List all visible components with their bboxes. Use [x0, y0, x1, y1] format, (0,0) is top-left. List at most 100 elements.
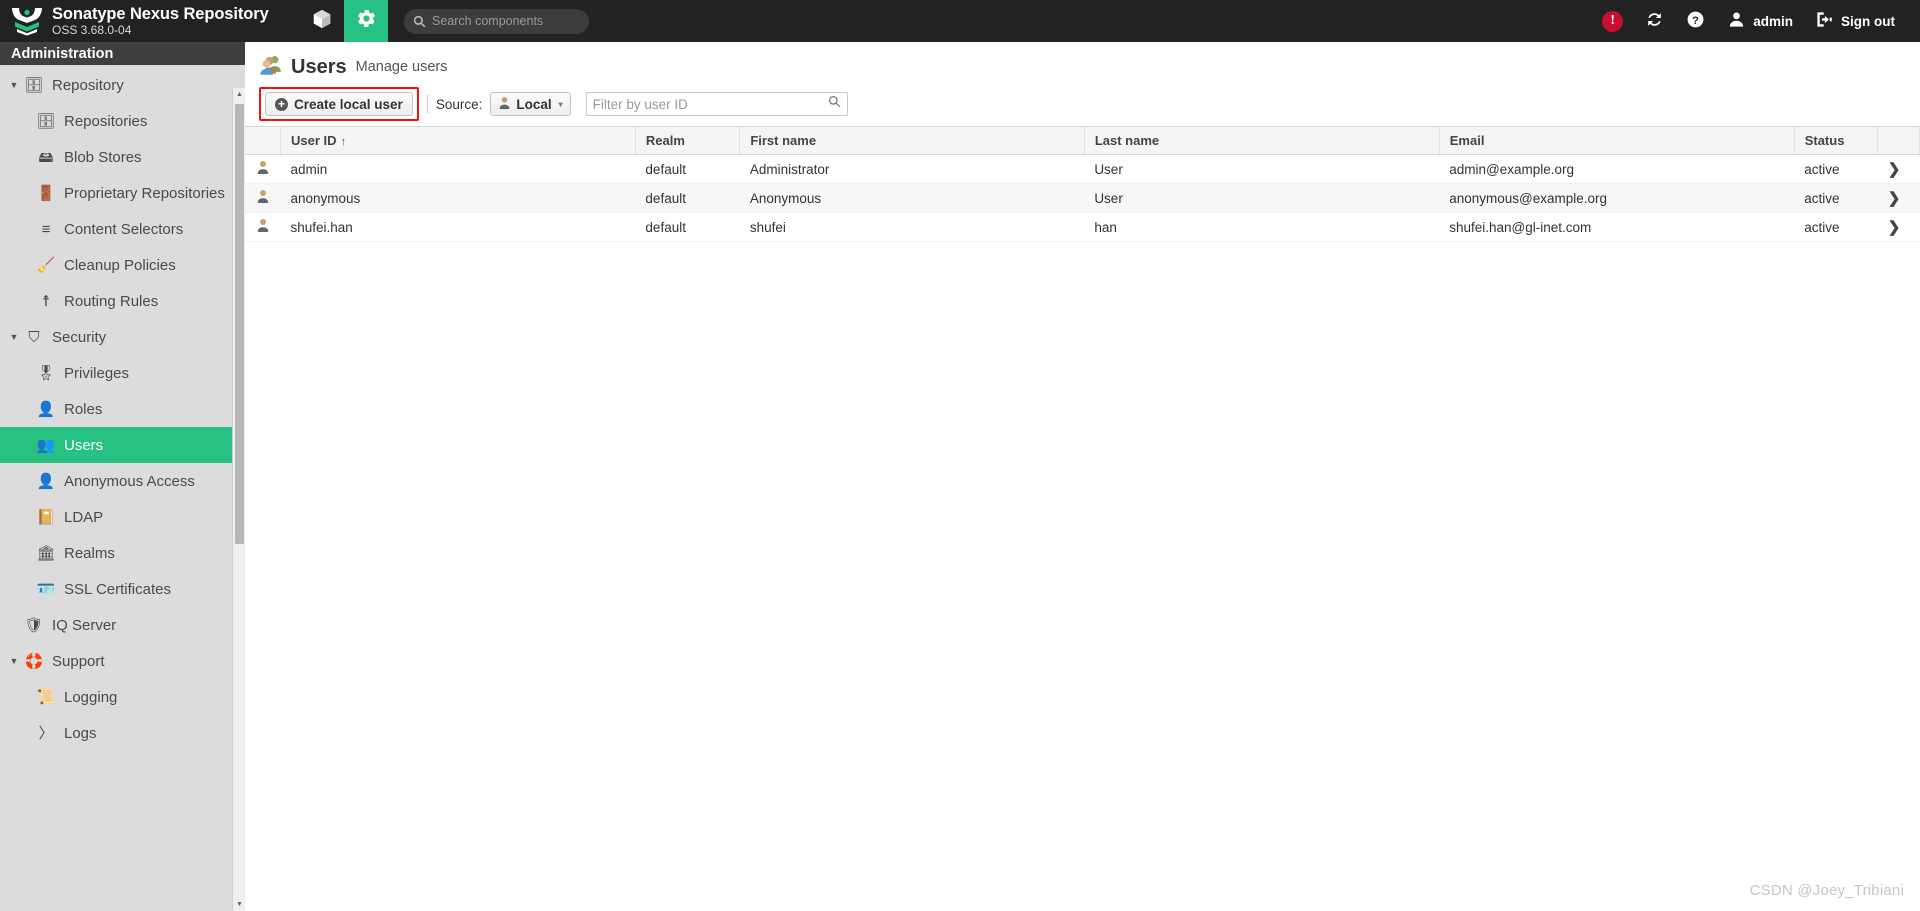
sidebar-item-label: Users	[64, 437, 103, 454]
chevron-down-icon[interactable]: ▼	[6, 80, 22, 90]
users-table-body: admindefaultAdministratorUseradmin@examp…	[245, 155, 1920, 242]
create-local-user-highlight: + Create local user	[259, 87, 419, 121]
refresh-icon	[1645, 10, 1664, 32]
log-scroll-icon: 📜	[35, 690, 57, 705]
filter-box[interactable]	[586, 92, 848, 116]
source-value: Local	[516, 97, 551, 112]
sidebar-item-repository[interactable]: ▼🗄Repository	[0, 67, 245, 103]
administration-button[interactable]	[344, 0, 388, 42]
role-user-tag-icon: 👤	[35, 402, 57, 417]
sidebar-item-content-selectors[interactable]: ≡Content Selectors	[0, 211, 245, 247]
sidebar-item-roles[interactable]: 👤Roles	[0, 391, 245, 427]
sidebar-item-privileges[interactable]: 🎖 Privileges	[0, 355, 245, 391]
sidebar-item-label: Logging	[64, 689, 117, 706]
filter-input[interactable]	[593, 97, 828, 112]
brand-title: Sonatype Nexus Repository	[52, 6, 269, 23]
browse-button[interactable]	[300, 0, 344, 42]
chevron-down-icon[interactable]: ▼	[6, 332, 22, 342]
brand-version: OSS 3.68.0-04	[52, 24, 269, 37]
header-first-name[interactable]: First name	[740, 127, 1085, 155]
cell-email: anonymous@example.org	[1439, 184, 1794, 213]
sidebar-scroll-area: ▼🗄Repository🗄Repositories 🖴 Blob Stores 🚪Pr…	[0, 65, 245, 911]
body-container: Administration ▼🗄Repository🗄Repositories…	[0, 42, 1920, 911]
sidebar-item-cleanup-policies[interactable]: 🧹Cleanup Policies	[0, 247, 245, 283]
table-row[interactable]: admindefaultAdministratorUseradmin@examp…	[245, 155, 1920, 184]
cell-realm: default	[635, 184, 739, 213]
sidebar-item-ssl-certificates[interactable]: 🪪SSL Certificates	[0, 571, 245, 607]
alert-exclamation-icon: !	[1602, 11, 1623, 32]
table-header-row: User ID↑ Realm First name Last name Emai…	[245, 127, 1920, 155]
table-row[interactable]: anonymousdefaultAnonymousUseranonymous@e…	[245, 184, 1920, 213]
scroll-down-arrow-icon[interactable]: ▼	[233, 898, 245, 911]
sign-out-label: Sign out	[1841, 14, 1895, 29]
users-table: User ID↑ Realm First name Last name Emai…	[245, 126, 1920, 242]
source-select[interactable]: Local ▾	[490, 92, 570, 116]
global-search-box[interactable]	[404, 9, 589, 34]
row-expand-chevron[interactable]: ❯	[1878, 155, 1920, 184]
cell-status: active	[1794, 213, 1878, 242]
row-expand-chevron[interactable]: ❯	[1878, 184, 1920, 213]
help-button[interactable]: ?	[1675, 0, 1716, 42]
search-input[interactable]	[432, 14, 580, 28]
users-grid: User ID↑ Realm First name Last name Emai…	[245, 126, 1920, 911]
plus-circle-icon: +	[275, 98, 288, 111]
header-status[interactable]: Status	[1794, 127, 1878, 155]
medal-icon: 🎖	[35, 366, 57, 381]
header-icon-column	[245, 127, 280, 155]
sidebar-item-label: Security	[52, 329, 106, 346]
sidebar-item-anonymous-access[interactable]: 👤 Anonymous Access	[0, 463, 245, 499]
cell-status: active	[1794, 184, 1878, 213]
row-expand-chevron[interactable]: ❯	[1878, 213, 1920, 242]
header-last-name[interactable]: Last name	[1084, 127, 1439, 155]
sidebar-item-label: Logs	[64, 725, 97, 742]
sidebar-item-users[interactable]: 👥 Users	[0, 427, 245, 463]
cube-icon	[311, 8, 333, 35]
scroll-up-arrow-icon[interactable]: ▲	[233, 88, 245, 101]
sidebar-item-security[interactable]: ▼⛉Security	[0, 319, 245, 355]
header-user-id[interactable]: User ID↑	[280, 127, 635, 155]
realms-gate-icon: 🏛	[35, 546, 57, 561]
chevron-down-icon[interactable]: ▼	[6, 656, 22, 666]
admin-sidebar: Administration ▼🗄Repository🗄Repositories…	[0, 42, 245, 911]
create-local-user-label: Create local user	[294, 97, 403, 112]
source-label: Source:	[436, 97, 483, 112]
sidebar-item-blob-stores[interactable]: 🖴 Blob Stores	[0, 139, 245, 175]
sidebar-item-iq-server[interactable]: 🛡IQ Server	[0, 607, 245, 643]
person-icon: 👤	[35, 474, 57, 489]
sidebar-item-logging[interactable]: 📜 Logging	[0, 679, 245, 715]
sidebar-item-label: Blob Stores	[64, 149, 142, 166]
sidebar-item-label: Cleanup Policies	[64, 257, 176, 274]
id-badge-icon: 🪪	[35, 582, 57, 597]
user-menu-button[interactable]: admin	[1716, 0, 1804, 42]
sidebar-item-routing-rules[interactable]: ☨Routing Rules	[0, 283, 245, 319]
sort-ascending-icon: ↑	[341, 136, 347, 148]
cell-first-name: shufei	[740, 213, 1085, 242]
sidebar-scrollbar[interactable]: ▲ ▼	[232, 88, 245, 911]
sidebar-item-realms[interactable]: 🏛Realms	[0, 535, 245, 571]
header-nav-icons	[300, 0, 388, 42]
chevron-down-icon: ▾	[559, 100, 563, 109]
sidebar-item-label: Anonymous Access	[64, 473, 195, 490]
sidebar-item-logs[interactable]: 〉Logs	[0, 715, 245, 751]
brand-area[interactable]: Sonatype Nexus Repository OSS 3.68.0-04	[0, 0, 300, 42]
sidebar-item-ldap[interactable]: 📔LDAP	[0, 499, 245, 535]
alerts-button[interactable]: !	[1591, 0, 1634, 42]
help-question-icon: ?	[1686, 10, 1705, 32]
sidebar-section-title: Administration	[0, 42, 245, 65]
sidebar-item-proprietary-repositories[interactable]: 🚪Proprietary Repositories	[0, 175, 245, 211]
sidebar-item-label: Privileges	[64, 365, 129, 382]
user-icon	[245, 184, 280, 213]
blob-store-icon: 🖴	[35, 150, 57, 165]
create-local-user-button[interactable]: + Create local user	[265, 92, 413, 116]
refresh-button[interactable]	[1634, 0, 1675, 42]
header-realm[interactable]: Realm	[635, 127, 739, 155]
user-avatar-icon	[1727, 10, 1746, 32]
scrollbar-thumb[interactable]	[235, 104, 244, 544]
table-row[interactable]: shufei.handefaultshufeihanshufei.han@gl-…	[245, 213, 1920, 242]
sidebar-item-repositories[interactable]: 🗄Repositories	[0, 103, 245, 139]
sign-out-button[interactable]: Sign out	[1804, 0, 1906, 42]
users-group-icon: 👥	[35, 438, 57, 453]
header-email[interactable]: Email	[1439, 127, 1794, 155]
sidebar-item-support[interactable]: ▼🛟Support	[0, 643, 245, 679]
sidebar-item-label: Support	[52, 653, 105, 670]
